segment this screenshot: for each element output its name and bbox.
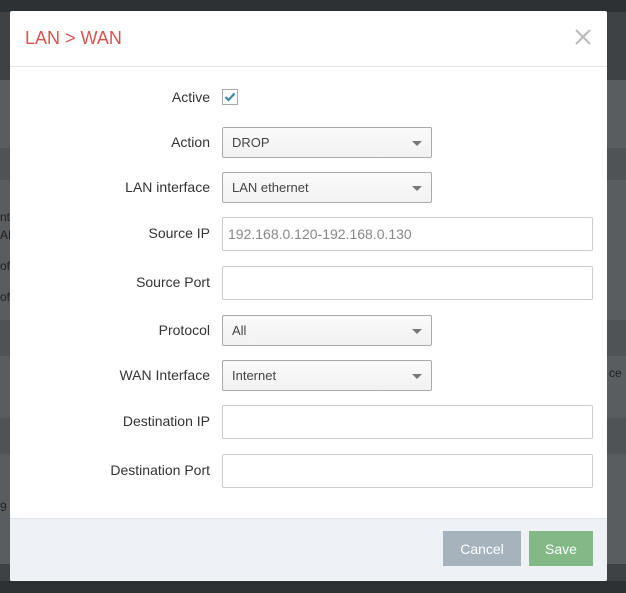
source-port-label: Source Port: [136, 274, 210, 290]
lan-wan-rule-dialog: LAN > WAN Active Action DROP LAN interfa…: [10, 11, 607, 581]
background-text: of: [0, 290, 11, 304]
dialog-header: LAN > WAN: [10, 11, 607, 67]
form-row-source-ip: Source IP: [10, 217, 607, 251]
background-text: 9: [0, 500, 7, 514]
destination-ip-input[interactable]: [222, 405, 593, 439]
wan-interface-label: WAN Interface: [119, 367, 210, 383]
wan-interface-select-value: Internet: [232, 368, 277, 383]
destination-ip-label: Destination IP: [122, 413, 210, 429]
background-text: ce: [609, 366, 622, 380]
action-select[interactable]: DROP: [222, 127, 432, 158]
form-row-action: Action DROP: [10, 127, 607, 158]
caret-down-icon: [412, 141, 422, 146]
action-select-value: DROP: [232, 135, 270, 150]
background-text: of: [0, 259, 11, 273]
protocol-select-value: All: [232, 323, 247, 338]
cancel-button[interactable]: Cancel: [443, 531, 521, 566]
form-row-destination-port: Destination Port: [10, 454, 607, 488]
dialog-footer: Cancel Save: [10, 518, 607, 581]
active-checkbox[interactable]: [222, 89, 238, 105]
caret-down-icon: [412, 329, 422, 334]
source-port-input[interactable]: [222, 266, 593, 300]
lan-interface-select-value: LAN ethernet: [232, 180, 309, 195]
caret-down-icon: [412, 186, 422, 191]
form-row-destination-ip: Destination IP: [10, 405, 607, 439]
wan-interface-select[interactable]: Internet: [222, 360, 432, 391]
protocol-label: Protocol: [158, 322, 210, 338]
form-row-active: Active: [10, 88, 607, 108]
dialog-title: LAN > WAN: [25, 28, 122, 48]
source-ip-label: Source IP: [148, 225, 210, 241]
form-row-protocol: Protocol All: [10, 315, 607, 346]
destination-port-input[interactable]: [222, 454, 593, 488]
lan-interface-select[interactable]: LAN ethernet: [222, 172, 432, 203]
form-row-wan-interface: WAN Interface Internet: [10, 360, 607, 391]
close-button[interactable]: [573, 27, 593, 47]
destination-port-label: Destination Port: [110, 462, 210, 478]
action-label: Action: [171, 134, 210, 150]
close-icon: [575, 29, 591, 45]
lan-interface-label: LAN interface: [125, 179, 210, 195]
save-button[interactable]: Save: [529, 531, 593, 566]
form-row-lan-interface: LAN interface LAN ethernet: [10, 172, 607, 203]
source-ip-input[interactable]: [222, 217, 593, 251]
caret-down-icon: [412, 374, 422, 379]
background-text: nt: [0, 210, 11, 224]
protocol-select[interactable]: All: [222, 315, 432, 346]
background-bottombar: [0, 581, 626, 593]
check-icon: [224, 92, 236, 102]
active-label: Active: [171, 89, 210, 105]
form-row-source-port: Source Port: [10, 266, 607, 300]
